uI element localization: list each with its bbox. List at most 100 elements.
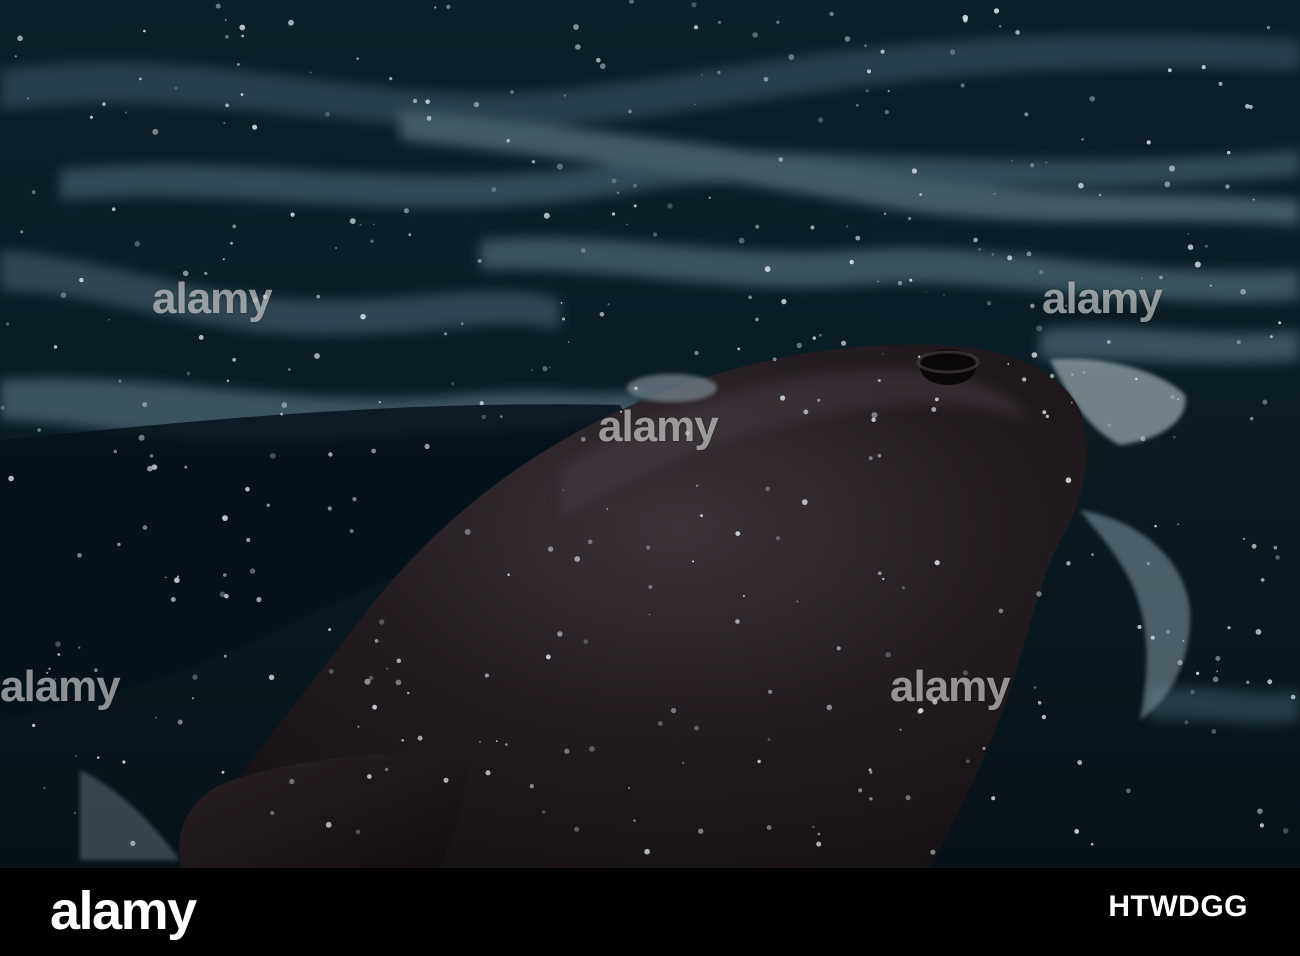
droplet xyxy=(868,456,873,460)
droplet xyxy=(1083,371,1086,374)
droplet xyxy=(545,654,551,660)
droplet xyxy=(1270,335,1273,339)
droplet xyxy=(1187,232,1190,235)
droplet xyxy=(694,103,696,106)
droplet xyxy=(26,97,30,100)
droplet xyxy=(796,600,799,603)
droplet xyxy=(541,810,546,814)
droplet xyxy=(978,247,982,251)
droplet xyxy=(43,787,46,790)
droplet xyxy=(1236,340,1241,345)
droplet xyxy=(633,819,636,822)
droplet xyxy=(1215,656,1221,661)
droplet xyxy=(191,697,194,700)
droplet xyxy=(153,466,156,469)
droplet xyxy=(671,707,677,714)
droplet xyxy=(694,351,699,355)
droplet xyxy=(899,728,902,731)
droplet xyxy=(1030,163,1035,168)
droplet xyxy=(628,109,632,114)
droplet xyxy=(108,318,110,321)
droplet xyxy=(262,294,268,300)
droplet xyxy=(1024,112,1029,117)
droplet xyxy=(530,369,533,371)
droplet xyxy=(473,101,480,108)
droplet xyxy=(237,63,240,66)
droplet xyxy=(1081,138,1084,141)
droplet xyxy=(1065,304,1068,307)
droplet xyxy=(812,825,815,829)
droplet xyxy=(1278,321,1281,325)
droplet xyxy=(245,487,250,492)
droplet xyxy=(451,382,455,386)
droplet xyxy=(1164,181,1171,188)
droplet xyxy=(240,93,244,96)
droplet xyxy=(443,777,449,783)
droplet xyxy=(963,18,968,23)
droplet xyxy=(563,94,567,97)
droplet xyxy=(8,475,14,482)
droplet xyxy=(389,77,393,81)
droplet xyxy=(644,848,650,855)
droplet xyxy=(1262,399,1268,405)
droplet xyxy=(877,280,880,283)
droplet xyxy=(1218,81,1223,86)
droplet xyxy=(139,77,142,81)
droplet xyxy=(417,735,423,741)
droplet xyxy=(691,2,697,8)
droplet xyxy=(1166,629,1170,634)
droplet xyxy=(142,402,148,407)
droplet xyxy=(817,832,821,836)
droplet xyxy=(149,454,154,458)
droplet xyxy=(252,124,258,130)
droplet xyxy=(803,409,809,415)
droplet xyxy=(288,368,291,371)
droplet xyxy=(356,57,359,60)
droplet xyxy=(1259,823,1264,828)
droplet xyxy=(634,386,638,391)
droplet xyxy=(407,691,410,695)
droplet xyxy=(60,292,67,298)
droplet xyxy=(174,577,180,583)
droplet xyxy=(1126,788,1131,794)
droplet xyxy=(0,405,5,410)
droplet xyxy=(1243,537,1246,540)
droplet xyxy=(619,410,623,413)
droplet xyxy=(867,69,871,74)
droplet xyxy=(763,76,769,82)
droplet xyxy=(864,44,867,47)
droplet xyxy=(1227,150,1231,155)
droplet xyxy=(48,667,51,670)
droplet xyxy=(174,86,178,90)
droplet xyxy=(776,20,780,24)
droplet xyxy=(325,821,332,828)
droplet xyxy=(564,748,570,754)
droplet xyxy=(20,230,24,234)
droplet xyxy=(738,237,745,244)
droplet xyxy=(871,412,878,419)
droplet xyxy=(143,29,146,33)
droplet xyxy=(130,840,136,847)
droplet xyxy=(1107,423,1111,427)
droplet xyxy=(505,743,508,746)
droplet xyxy=(378,401,381,404)
droplet xyxy=(581,437,586,442)
droplet xyxy=(37,428,41,432)
droplet xyxy=(1282,828,1289,834)
droplet xyxy=(772,357,777,362)
droplet xyxy=(17,35,23,42)
droplet xyxy=(316,294,321,299)
droplet xyxy=(495,740,498,742)
droplet xyxy=(357,725,360,728)
droplet xyxy=(325,112,330,117)
droplet xyxy=(1065,477,1072,484)
droplet xyxy=(991,796,996,801)
droplet xyxy=(1137,625,1142,629)
droplet xyxy=(885,651,891,658)
droplet xyxy=(349,529,354,534)
droplet xyxy=(574,556,581,562)
droplet xyxy=(575,44,581,50)
droplet xyxy=(500,415,503,418)
droplet xyxy=(708,196,711,199)
droplet xyxy=(79,277,84,283)
